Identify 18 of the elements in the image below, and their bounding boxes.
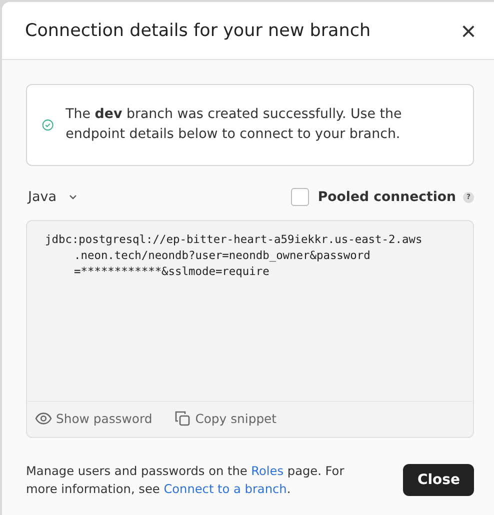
code-line: =************&sslmode=require	[73, 264, 270, 280]
language-select[interactable]: Java	[26, 189, 77, 205]
copy-snippet-button[interactable]: Copy snippet	[174, 410, 277, 427]
footer-note: Manage users and passwords on the Roles page. For more information, see Connect to a branch.	[26, 463, 346, 498]
code-line: jdbc:postgresql://ep-bitter-heart-a59iekkr.us-east-2.aws	[45, 232, 424, 248]
pooled-label: Pooled connection	[318, 190, 456, 204]
show-password-button[interactable]: Show password	[35, 410, 152, 427]
pooled-checkbox[interactable]	[290, 188, 309, 206]
close-button[interactable]: ×	[460, 18, 476, 44]
footer-link[interactable]: Connect to a branch	[164, 482, 287, 496]
close-dialog-button[interactable]: Close	[403, 464, 474, 496]
code-line: .neon.tech/neondb?user=neondb_owner&password	[73, 248, 372, 264]
footer-link[interactable]: Roles	[251, 464, 284, 478]
copy-icon	[174, 410, 192, 427]
success-message: The dev branch was created successfully. Use the endpoint details below to connect to your branch.	[66, 106, 403, 144]
eye-icon	[35, 412, 52, 425]
dialog-title: Connection details for your new branch	[25, 20, 371, 40]
chevron-down-icon	[68, 194, 77, 200]
